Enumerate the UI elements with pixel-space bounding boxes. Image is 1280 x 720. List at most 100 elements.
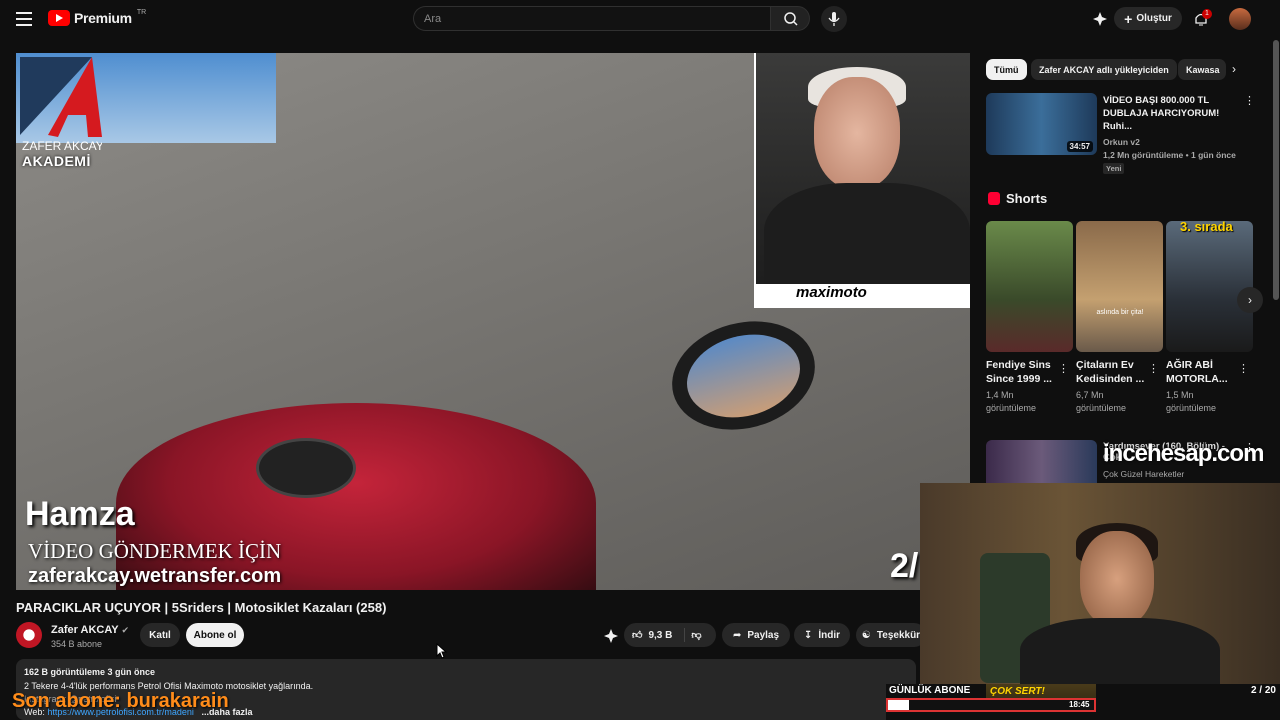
share-label: Paylaş [747,629,780,641]
send-video-text: VİDEO GÖNDERMEK İÇİN [28,539,282,563]
short-caption: aslında bir çita! [1096,309,1144,316]
short-thumbnail[interactable]: aslında bir çita! [1076,221,1163,352]
microphone-icon [828,12,840,26]
like-button[interactable]: 👍︎ 9,3 B [632,629,673,642]
channel-name-text: Zafer AKCAY [51,624,119,636]
create-label: Oluştur [1136,13,1172,24]
streamer-face [1080,531,1154,627]
new-badge: Yeni [1103,163,1125,174]
short-caption: 3. sırada [1180,221,1233,234]
account-avatar[interactable] [1229,8,1251,30]
logo-caption: ZAFER AKCAY [22,139,102,153]
goal-progress-fill [888,700,909,710]
dislike-button[interactable]: 👎︎ [691,629,701,641]
incehesap-watermark: incehesap.com [1103,440,1264,467]
streamer-webcam [920,483,1280,685]
channel-name[interactable]: Zafer AKCAY ✔ [51,624,129,636]
description-stats: 162 B görüntüleme 3 gün önce [24,667,156,677]
thumbs-up-icon: 👍︎ [632,630,643,641]
short-thumbnail[interactable] [986,221,1073,352]
logo-region: TR [136,8,147,16]
chip-kawasaki[interactable]: Kawasa [1178,59,1226,80]
create-button[interactable]: + Oluştur [1114,7,1182,30]
short-views: 1,4 Mn görüntüleme [986,390,1037,413]
sender-name: Hamza [25,495,135,533]
short-title[interactable]: AĞIR ABİ MOTORLA... [1166,358,1236,386]
more-options-icon[interactable]: ⋮ [1148,362,1159,375]
plus-icon: + [1124,10,1133,27]
presenter-inset: maximoto [754,53,970,308]
video-title: PARACIKLAR UÇUYOR | 5Sriders | Motosikle… [16,600,387,615]
shorts-icon [988,192,1000,205]
duration-badge: 34:57 [1066,141,1093,152]
subscriber-count: 354 B abone [51,639,103,649]
more-options-icon[interactable]: ⋮ [1238,362,1249,375]
chips-next-icon[interactable]: › [1232,62,1236,76]
youtube-premium-logo[interactable]: Premium TR [48,8,147,26]
clip-part-counter: 2/ [890,547,919,585]
top-bar: Premium TR Ara + Oluştur 1 [0,0,1280,38]
like-divider [684,628,686,642]
recommended-video[interactable]: VİDEO BAŞI 800.000 TL DUBLAJA HARCIYORUM… [1103,94,1243,175]
recommended-thumbnail[interactable]: 34:57 [986,93,1097,155]
menu-icon[interactable] [16,12,32,26]
download-button[interactable]: ↧ İndir [794,623,850,647]
short-views: 6,7 Mn görüntüleme [1076,390,1127,413]
streamer-body [1020,618,1220,685]
search-button[interactable] [770,6,810,31]
verified-icon: ✔ [121,625,130,635]
voice-search-button[interactable] [821,6,847,32]
chip-uploader[interactable]: Zafer AKCAY adlı yükleyiciden [1031,59,1177,80]
thanks-icon: ☯ [861,629,871,641]
short-thumbnail[interactable]: 3. sırada [1166,221,1253,352]
last-subscriber-overlay: Son abone: burakarain [12,690,229,712]
recommended-meta: 1,2 Mn görüntüleme • 1 gün önce [1103,150,1236,160]
shorts-next-button[interactable]: › [1237,287,1263,313]
short-views: 1,5 Mn görüntüleme [1166,390,1217,413]
youtube-play-icon [48,10,70,26]
shorts-title: Shorts [1006,191,1048,206]
recommended-title: VİDEO BAŞI 800.000 TL DUBLAJA HARCIYORUM… [1103,95,1220,132]
thanks-button[interactable]: ☯ Teşekkür [856,623,926,647]
subscriber-goal-bar: GÜNLÜK ABONE ÇOK SERT! 2 / 20 18:45 [886,684,1280,720]
subscribe-button[interactable]: Abone ol [186,623,244,647]
ask-sparkle-icon[interactable] [603,628,619,644]
more-options-icon[interactable]: ⋮ [1244,94,1255,107]
video-player[interactable]: ZAFER AKCAY AKADEMİ maximoto Hamza VİDEO… [16,53,970,590]
short-title[interactable]: Fendiye Sins Since 1999 ... [986,358,1056,386]
download-icon: ↧ [803,629,813,641]
wetransfer-url: zaferakcay.wetransfer.com [28,565,282,587]
recommended-channel: Çok Güzel Hareketler [1103,469,1185,479]
search-input[interactable]: Ara [413,6,770,31]
mouse-cursor [436,642,448,664]
scrollbar[interactable] [1273,40,1279,300]
search-icon [784,12,798,26]
chip-all[interactable]: Tümü [986,59,1027,80]
shorts-heading: Shorts [988,191,1047,206]
recommended-thumbnail[interactable] [986,440,1097,484]
like-count: 9,3 B [648,629,673,641]
goal-label: GÜNLÜK ABONE [889,685,971,696]
goal-count: 2 / 20 [1250,685,1276,696]
recommended-channel: Orkun v2 [1103,137,1140,147]
channel-avatar[interactable] [16,622,42,648]
share-button[interactable]: ➦ Paylaş [722,623,790,647]
join-button[interactable]: Katıl [140,623,180,647]
logo-text: Premium [74,10,132,26]
short-title[interactable]: Çitaların Ev Kedisinden ... [1076,358,1146,386]
like-dislike-group: 👍︎ 9,3 B 👎︎ [624,623,716,647]
more-options-icon[interactable]: ⋮ [1244,441,1255,454]
goal-progress [886,698,1096,712]
thumbs-down-icon: 👎︎ [691,630,702,641]
akademi-label: AKADEMİ [22,153,91,169]
presenter-face [814,77,900,189]
zafer-akcay-logo: ZAFER AKCAY [20,57,102,153]
download-label: İndir [818,629,841,641]
thanks-label: Teşekkür [876,629,921,641]
maximoto-banner: maximoto [756,284,970,306]
speedometer [256,438,356,498]
sparkle-icon[interactable] [1092,11,1108,27]
share-icon: ➦ [732,629,742,641]
more-options-icon[interactable]: ⋮ [1058,362,1069,375]
goal-timer: 18:45 [1069,700,1090,709]
